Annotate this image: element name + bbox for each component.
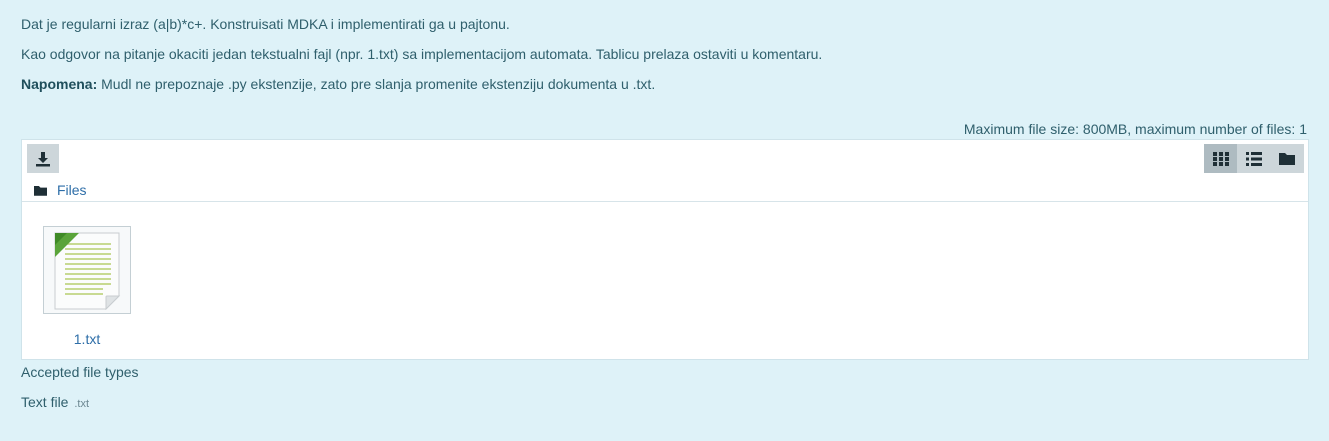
note-label: Napomena:: [21, 76, 98, 92]
folder-icon: [1279, 153, 1296, 165]
download-icon: [36, 151, 50, 166]
divider: [22, 201, 1308, 202]
accepted-type-label: Text file: [21, 394, 69, 410]
view-tree-button[interactable]: [1271, 144, 1304, 173]
text-file-icon: [54, 232, 121, 310]
view-list-button[interactable]: [1237, 144, 1270, 173]
question-note: Napomena: Mudl ne prepoznaje .py ekstenz…: [21, 75, 655, 93]
accepted-type-ext: .txt: [74, 398, 90, 410]
file-manager: Files 1.txt: [21, 139, 1309, 360]
file-name[interactable]: 1.txt: [43, 330, 131, 348]
download-button[interactable]: [27, 144, 59, 173]
view-switcher: [1204, 144, 1304, 173]
question-panel: Dat je regularni izraz (a|b)*c+. Konstru…: [0, 0, 1329, 441]
file-item[interactable]: 1.txt: [43, 226, 131, 348]
file-thumbnail: [43, 226, 131, 314]
breadcrumb-files-link[interactable]: Files: [57, 181, 87, 199]
grid-icon: [1212, 151, 1229, 166]
view-icons-button[interactable]: [1204, 144, 1238, 173]
question-line-2: Kao odgovor na pitanje okaciti jedan tek…: [21, 46, 823, 62]
folder-icon: [34, 185, 47, 196]
breadcrumb: Files: [34, 181, 87, 199]
accepted-types-heading: Accepted file types: [21, 364, 139, 380]
upload-limits: Maximum file size: 800MB, maximum number…: [963, 121, 1307, 137]
note-text: Mudl ne prepoznaje .py ekstenzije, zato …: [97, 76, 656, 92]
question-line-1: Dat je regularni izraz (a|b)*c+. Konstru…: [21, 16, 510, 32]
accepted-type-item: Text file .txt: [21, 393, 89, 413]
list-icon: [1245, 151, 1262, 166]
